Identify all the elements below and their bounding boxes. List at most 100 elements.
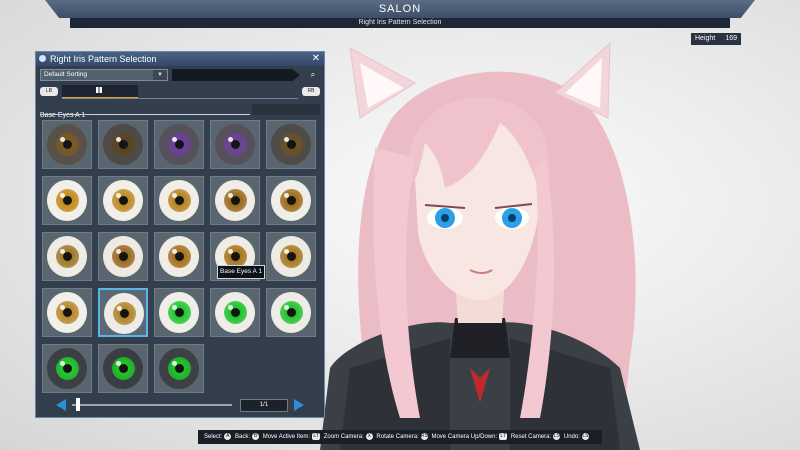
iris-pattern-tile[interactable] (210, 120, 260, 169)
glint-icon (60, 361, 65, 366)
close-icon[interactable]: ✕ (312, 52, 320, 66)
iris-pattern-tile[interactable] (42, 288, 92, 337)
iris-pattern-tile[interactable] (154, 176, 204, 225)
pager: 1/1 (36, 398, 324, 412)
collar (450, 318, 510, 358)
help-reset: Reset Camera: (510, 434, 552, 440)
glint-icon (60, 193, 65, 198)
glint-icon (172, 305, 177, 310)
chevron-down-icon: ▼ (153, 70, 167, 80)
pupil-icon (63, 252, 72, 261)
ls-button-icon: LS (553, 432, 561, 440)
iris-pattern-tile[interactable] (210, 176, 260, 225)
glint-icon (284, 193, 289, 198)
iris-pattern-tile[interactable] (98, 176, 148, 225)
iris-icon (168, 245, 191, 268)
iris-icon (280, 301, 303, 324)
iris-pattern-tile[interactable] (42, 120, 92, 169)
iris-icon (280, 133, 303, 156)
iris-pattern-tile[interactable] (266, 120, 316, 169)
pupil-icon (63, 140, 72, 149)
category-row: Base Eyes A 1 (40, 104, 320, 119)
iris-pattern-tile[interactable] (266, 288, 316, 337)
eyeball-icon (103, 180, 143, 221)
glint-icon (116, 193, 121, 198)
iris-icon (56, 189, 79, 212)
rb-button[interactable]: RB (302, 87, 320, 96)
iris-icon (224, 189, 247, 212)
eyeball-icon (215, 124, 255, 165)
sort-dropdown[interactable]: Default Sorting ▼ (40, 69, 168, 81)
glint-icon (172, 193, 177, 198)
glint-icon (284, 137, 289, 142)
b-button-icon: B (252, 432, 260, 440)
iris-pattern-tile[interactable] (154, 288, 204, 337)
iris-pattern-tile[interactable] (154, 120, 204, 169)
eyeball-icon (271, 236, 311, 277)
eyeball-icon (271, 180, 311, 221)
eyeball-icon (159, 292, 199, 333)
panel-title: Right Iris Pattern Selection (50, 54, 157, 64)
controls-help-bar: Select: A Back: B Move Active Item: LT Zoom… (198, 430, 602, 444)
pupil-icon (175, 364, 184, 373)
iris-pattern-tile[interactable] (42, 232, 92, 281)
eyeball-icon (47, 292, 87, 333)
panel-header: Right Iris Pattern Selection ✕ (36, 52, 324, 66)
glint-icon (284, 305, 289, 310)
help-select: Select: (204, 434, 223, 440)
pupil-icon (231, 196, 240, 205)
eyeball-icon (104, 293, 144, 334)
iris-pattern-tile[interactable] (266, 176, 316, 225)
search-icon[interactable]: ⌕ (306, 69, 320, 81)
help-back: Back: (235, 434, 251, 440)
iris-pattern-tile[interactable] (154, 232, 204, 281)
glint-icon (172, 137, 177, 142)
page-count: 1/1 (240, 399, 288, 412)
category-box (252, 104, 320, 115)
pupil-icon (231, 252, 240, 261)
page-left-button[interactable] (56, 399, 66, 411)
page-slider-track[interactable] (72, 404, 232, 406)
iris-pattern-tile[interactable] (42, 344, 92, 393)
tab-divider (62, 98, 298, 99)
eyeball-icon (103, 124, 143, 165)
eyeball-icon (215, 292, 255, 333)
iris-icon (56, 301, 79, 324)
iris-pattern-tile[interactable] (154, 344, 204, 393)
search-input[interactable] (172, 69, 300, 81)
character-preview[interactable] (320, 38, 800, 450)
eyeball-icon (47, 348, 87, 389)
help-undo: Undo: (563, 434, 580, 440)
iris-pattern-tile[interactable] (98, 344, 148, 393)
iris-icon (168, 301, 191, 324)
iris-pattern-tile[interactable] (210, 288, 260, 337)
pupil-icon (63, 364, 72, 373)
iris-icon (56, 245, 79, 268)
iris-pattern-tile[interactable] (98, 120, 148, 169)
iris-icon (113, 302, 136, 325)
iris-icon (280, 189, 303, 212)
glint-icon (116, 137, 121, 142)
help-rotate: Rotate Camera: (376, 434, 419, 440)
iris-pattern-tile[interactable] (98, 232, 148, 281)
page-right-button[interactable] (294, 399, 304, 411)
pupil-icon (119, 196, 128, 205)
glint-icon (60, 249, 65, 254)
eyeball-icon (159, 124, 199, 165)
iris-pattern-tile[interactable] (266, 232, 316, 281)
iris-icon (112, 133, 135, 156)
pupil-icon (231, 140, 240, 149)
pupil-icon (63, 308, 72, 317)
iris-pattern-tile[interactable] (42, 176, 92, 225)
x-button-icon: X (365, 432, 373, 440)
eyeball-icon (159, 348, 199, 389)
tab-row: LB RB (40, 85, 320, 99)
glint-icon (116, 361, 121, 366)
lb-button[interactable]: LB (40, 87, 58, 96)
iris-icon (280, 245, 303, 268)
iris-icon (168, 189, 191, 212)
tab-grid[interactable] (62, 85, 138, 99)
page-slider-knob[interactable] (76, 398, 80, 411)
eyeball-icon (159, 236, 199, 277)
iris-pattern-tile[interactable] (98, 288, 148, 337)
